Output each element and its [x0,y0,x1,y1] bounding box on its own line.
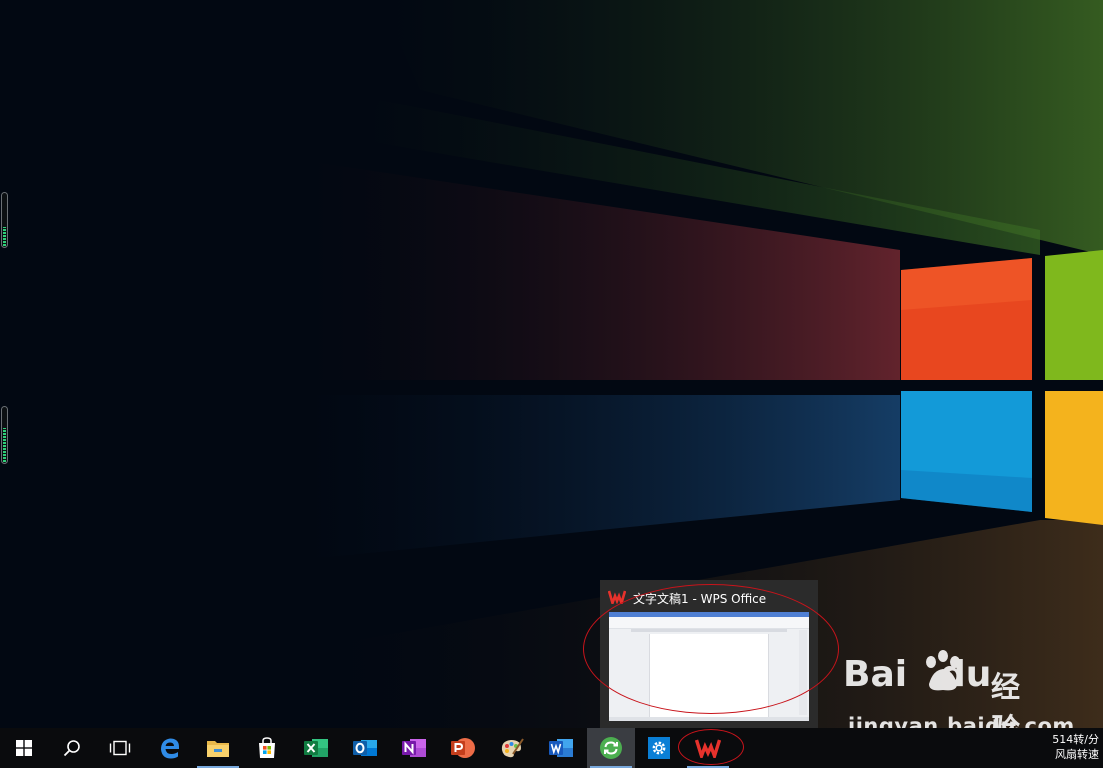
fan-speed-value: 514转/分 [1052,733,1099,746]
excel-icon [303,736,329,760]
wps-icon [695,738,721,758]
baidu-jingyan-watermark: Bai du 经验 jingyan.baidu.com [843,646,1074,746]
file-explorer-button[interactable] [194,728,242,768]
start-button[interactable] [0,728,48,768]
onenote-button[interactable] [390,728,438,768]
edge-icon [158,736,182,760]
onenote-icon [401,736,427,760]
fan-speed-tray[interactable]: 514转/分 风扇转速 [1052,732,1099,762]
word-button[interactable] [537,728,585,768]
windows-logo-icon [16,740,32,756]
folder-icon [206,737,230,759]
cpu-gauge-widget[interactable] [1,192,8,248]
edge-button[interactable] [146,728,194,768]
word-icon [548,736,574,760]
wps-icon [607,589,627,608]
search-icon [63,739,81,757]
preview-header: 文字文稿1 - WPS Office [607,588,810,608]
watermark-brand-left: Bai [843,654,908,695]
task-view-button[interactable] [96,728,144,768]
wps-button[interactable] [684,728,732,768]
refresh-icon [599,736,623,760]
window-preview-popup[interactable]: 文字文稿1 - WPS Office [600,580,818,728]
task-view-icon [109,740,131,756]
outlook-icon [352,736,378,760]
fan-speed-label: 风扇转速 [1055,748,1099,761]
windows-wallpaper [0,0,1103,728]
store-icon [256,737,278,759]
desktop[interactable]: 文字文稿1 - WPS Office Bai du 经验 jingyan.bai… [0,0,1103,746]
powerpoint-button[interactable] [439,728,487,768]
gear-icon [647,736,671,760]
watermark-brand-right: du [940,654,992,695]
memory-gauge-widget[interactable] [1,406,8,464]
paint-button[interactable] [488,728,536,768]
taskbar: 514转/分 风扇转速 [0,728,1103,768]
store-button[interactable] [243,728,291,768]
search-button[interactable] [48,728,96,768]
refresh-app-button[interactable] [587,728,635,768]
preview-title: 文字文稿1 - WPS Office [633,591,767,606]
document-page [649,634,769,721]
excel-button[interactable] [292,728,340,768]
settings-button[interactable] [635,728,683,768]
document-thumbnail[interactable] [609,612,809,721]
paint-palette-icon [499,736,525,760]
outlook-button[interactable] [341,728,389,768]
powerpoint-icon [450,736,476,760]
